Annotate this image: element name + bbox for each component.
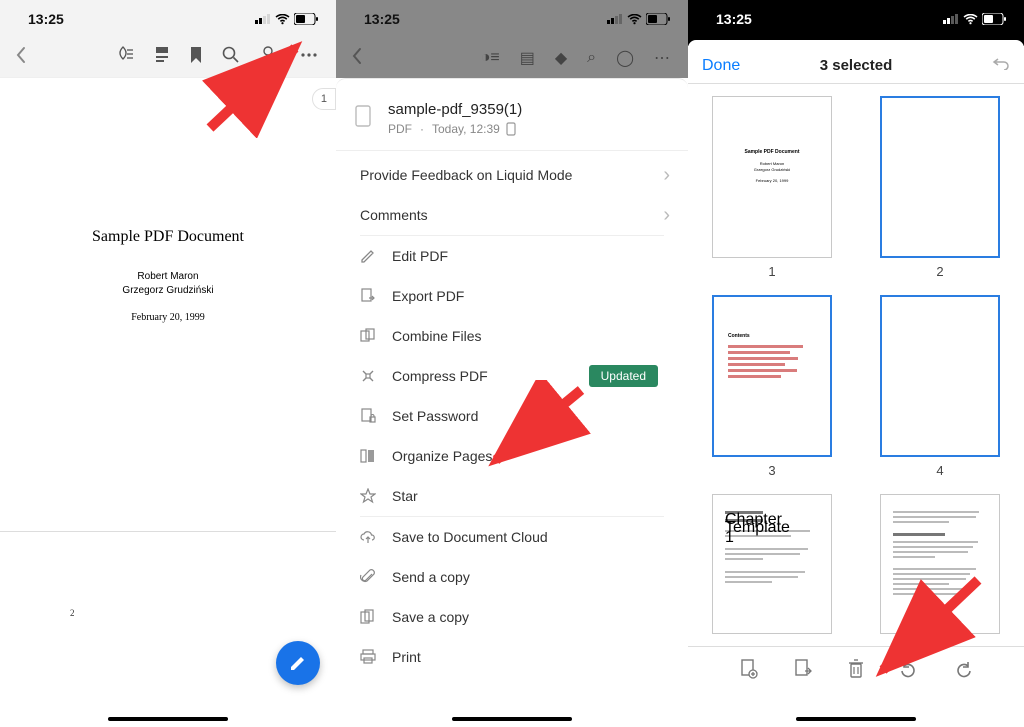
page-thumb-2[interactable]	[880, 96, 1000, 258]
search-icon: ⌕	[577, 43, 606, 73]
print-icon	[360, 649, 392, 665]
thumb-label: 4	[936, 463, 943, 478]
row-organize-pages[interactable]: Organize Pages	[336, 436, 688, 476]
device-icon	[506, 122, 516, 136]
thumb-label: 1	[768, 264, 775, 279]
combine-icon	[360, 328, 392, 344]
rotate-right-icon[interactable]	[950, 656, 976, 687]
organize-toolbar	[688, 646, 1024, 696]
page-thumb-1[interactable]: Sample PDF Document Robert MaronGrzegorz…	[712, 96, 832, 258]
row-star[interactable]: Star	[336, 476, 688, 516]
liquid-mode-icon: ◑≡	[471, 43, 510, 73]
doc-title: Sample PDF Document	[0, 228, 336, 246]
status-indicators	[943, 13, 1006, 25]
page-thumb-4[interactable]	[880, 295, 1000, 457]
row-save-copy[interactable]: Save a copy	[336, 597, 688, 637]
thumb-label: 2	[936, 264, 943, 279]
star-icon	[360, 488, 392, 504]
row-combine-files[interactable]: Combine Files	[336, 316, 688, 356]
text-reflow-icon[interactable]	[144, 40, 180, 75]
status-time: 13:25	[28, 11, 64, 27]
status-bar: 13:25	[688, 0, 1024, 38]
row-set-password[interactable]: Set Password	[336, 396, 688, 436]
row-print[interactable]: Print	[336, 637, 688, 677]
home-indicator	[796, 717, 916, 721]
status-bar: 13:25	[336, 0, 688, 38]
attachment-icon	[360, 569, 392, 585]
cloud-upload-icon	[360, 529, 392, 545]
thumb-label: 3	[768, 463, 775, 478]
updated-badge: Updated	[589, 365, 658, 387]
doc-author: Robert Maron	[0, 270, 336, 284]
home-indicator	[452, 717, 572, 721]
share-person-icon: ◯	[606, 42, 644, 74]
status-bar: 13:25	[0, 0, 336, 38]
home-indicator	[108, 717, 228, 721]
back-button[interactable]	[344, 41, 370, 76]
status-indicators	[607, 13, 670, 25]
edit-fab-button[interactable]	[276, 641, 320, 685]
doc-date: February 20, 1999	[0, 312, 336, 323]
row-send-copy[interactable]: Send a copy	[336, 557, 688, 597]
file-name: sample-pdf_9359(1)	[388, 101, 664, 118]
file-type: PDF	[388, 122, 412, 136]
row-save-cloud[interactable]: Save to Document Cloud	[336, 517, 688, 557]
search-icon[interactable]	[212, 40, 250, 75]
file-icon	[354, 105, 374, 134]
text-reflow-icon: ▤	[510, 42, 545, 74]
file-time: Today, 12:39	[432, 122, 500, 136]
insert-page-icon[interactable]	[736, 655, 762, 688]
organize-header: Done 3 selected	[688, 40, 1024, 84]
row-edit-pdf[interactable]: Edit PDF	[336, 236, 688, 276]
doc-author: Grzegorz Grudziński	[0, 284, 336, 298]
row-export-pdf[interactable]: Export PDF	[336, 276, 688, 316]
delete-icon[interactable]	[844, 655, 868, 688]
more-icon: ⋯	[644, 42, 680, 74]
bookmark-icon: ◆	[545, 42, 577, 74]
compress-icon	[360, 368, 392, 384]
page-thumb-6[interactable]	[880, 494, 1000, 634]
file-header: sample-pdf_9359(1) PDF Today, 12:39	[336, 79, 688, 151]
share-person-icon[interactable]	[250, 40, 290, 75]
row-comments[interactable]: Comments	[336, 195, 688, 235]
page-indicator: 1	[312, 88, 336, 110]
toolbar	[0, 38, 336, 78]
back-button[interactable]	[8, 40, 34, 75]
rotate-left-icon[interactable]	[896, 656, 922, 687]
organize-icon	[360, 448, 392, 464]
row-feedback[interactable]: Provide Feedback on Liquid Mode	[336, 155, 688, 195]
toolbar-dimmed: ◑≡ ▤ ◆ ⌕ ◯ ⋯	[336, 38, 688, 78]
page-separator	[0, 531, 336, 532]
selection-count: 3 selected	[688, 57, 1024, 74]
page-thumb-5[interactable]: Chapter 1 Template	[712, 494, 832, 634]
pages-grid: Sample PDF Document Robert MaronGrzegorz…	[688, 84, 1024, 646]
page-thumb-3[interactable]: Contents	[712, 295, 832, 457]
liquid-mode-icon[interactable]	[106, 40, 144, 75]
export-icon	[360, 288, 392, 304]
status-time: 13:25	[364, 11, 400, 27]
status-indicators	[255, 13, 318, 25]
duplicate-icon	[360, 609, 392, 625]
lock-icon	[360, 408, 392, 424]
pencil-icon	[360, 248, 392, 264]
extract-page-icon[interactable]	[790, 655, 816, 688]
status-time: 13:25	[716, 11, 752, 27]
action-sheet: sample-pdf_9359(1) PDF Today, 12:39 Prov…	[336, 78, 688, 727]
page-number: 2	[70, 608, 75, 618]
page-1-content: Sample PDF Document Robert Maron Grzegor…	[0, 228, 336, 323]
bookmark-icon[interactable]	[180, 40, 212, 75]
document-view[interactable]: 1 Sample PDF Document Robert Maron Grzeg…	[0, 78, 336, 718]
row-compress-pdf[interactable]: Compress PDFUpdated	[336, 356, 688, 396]
more-icon[interactable]	[290, 40, 328, 75]
